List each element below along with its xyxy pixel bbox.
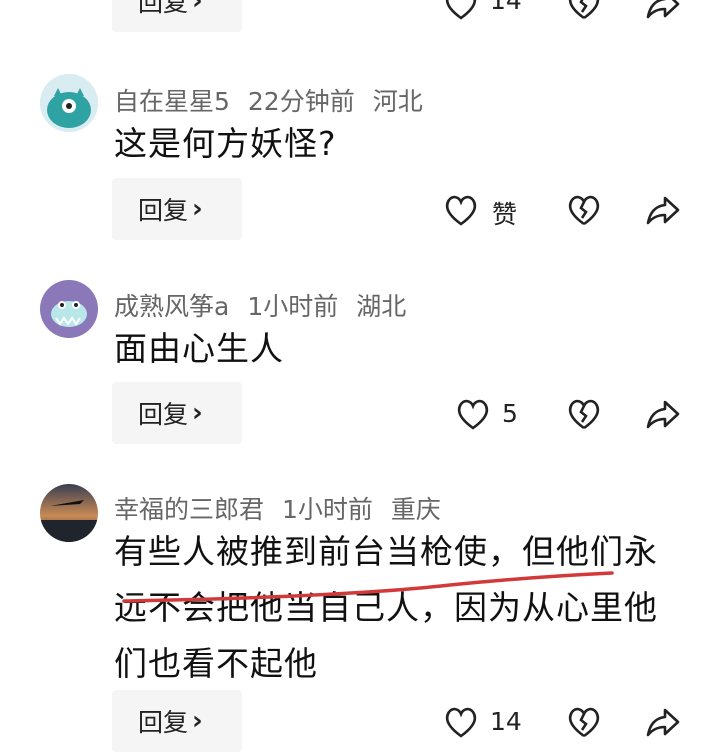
avatar[interactable] [40, 74, 98, 132]
avatar[interactable] [40, 280, 98, 338]
chevron-right-icon: › [192, 398, 203, 428]
comment-text: 面由心生人 [114, 329, 284, 368]
heart-icon[interactable] [443, 0, 479, 20]
annotation-underline [122, 571, 614, 603]
share-icon[interactable] [645, 706, 681, 738]
sunset-avatar-icon [40, 484, 98, 542]
teal-monster-avatar-icon [40, 74, 98, 132]
location: 湖北 [356, 292, 407, 321]
reply-label: 回复 [138, 400, 189, 429]
comment-meta: 自在星星5 22分钟前 河北 [114, 82, 441, 118]
timestamp: 1小时前 [282, 495, 373, 524]
reply-label: 回复 [138, 708, 189, 737]
timestamp: 22分钟前 [247, 87, 355, 116]
timestamp: 1小时前 [247, 292, 339, 321]
like-count: 14 [490, 0, 522, 15]
chevron-right-icon: › [192, 0, 203, 16]
comment-meta: 幸福的三郎君 1小时前 重庆 [114, 490, 459, 526]
share-icon[interactable] [645, 0, 681, 20]
username[interactable]: 幸福的三郎君 [114, 495, 264, 524]
heart-icon[interactable] [455, 398, 491, 430]
comment-text-line: 们也看不起他 [114, 644, 318, 683]
like-count: 5 [502, 399, 518, 428]
broken-heart-icon[interactable] [566, 398, 602, 430]
reply-label: 回复 [138, 196, 189, 225]
reply-button[interactable]: 回复 › [112, 690, 242, 752]
heart-icon[interactable] [443, 706, 479, 738]
location: 重庆 [390, 495, 441, 524]
share-icon[interactable] [645, 398, 681, 430]
avatar[interactable] [40, 484, 98, 542]
reply-button[interactable]: 回复 › [112, 178, 242, 240]
location: 河北 [372, 87, 423, 116]
purple-monster-avatar-icon [40, 280, 98, 338]
comment-meta: 成熟风筝a 1小时前 湖北 [114, 287, 424, 323]
chevron-right-icon: › [192, 706, 203, 736]
reply-label: 回复 [138, 0, 189, 17]
chevron-right-icon: › [192, 194, 203, 224]
broken-heart-icon[interactable] [566, 194, 602, 226]
like-label: 赞 [492, 200, 518, 229]
reply-button-partial[interactable]: 回复 › [112, 0, 242, 32]
heart-icon[interactable] [443, 194, 479, 226]
username[interactable]: 成熟风筝a [114, 292, 229, 321]
username[interactable]: 自在星星5 [114, 87, 230, 116]
share-icon[interactable] [645, 194, 681, 226]
broken-heart-icon[interactable] [566, 706, 602, 738]
comment-text: 这是何方妖怪? [114, 124, 337, 163]
broken-heart-icon[interactable] [566, 0, 602, 20]
reply-button[interactable]: 回复 › [112, 382, 242, 444]
like-count: 14 [490, 707, 522, 736]
